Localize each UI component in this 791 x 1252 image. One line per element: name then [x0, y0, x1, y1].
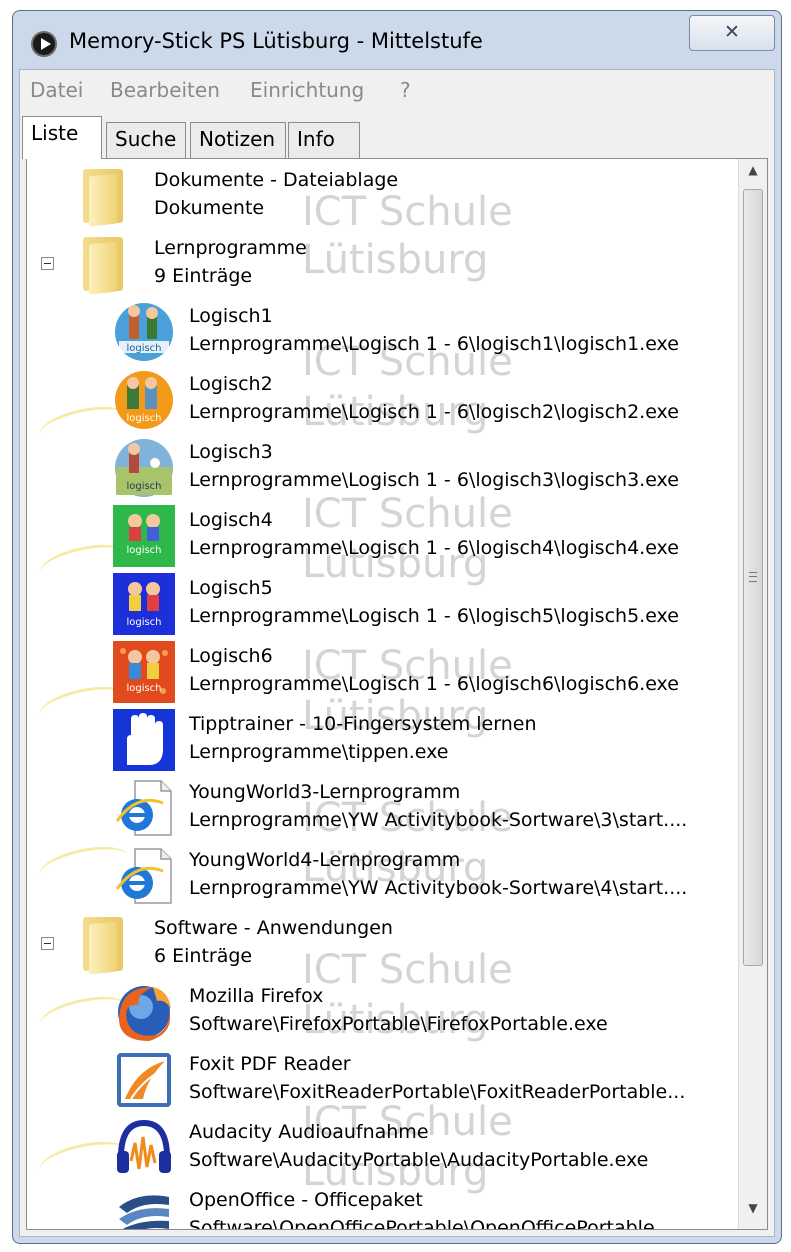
item-subtitle: Lernprogramme\Logisch 1 - 6\logisch4\log…: [189, 537, 679, 559]
item-title: YoungWorld4-Lernprogramm: [189, 849, 461, 871]
menu-bar: Datei Bearbeiten Einrichtung ?: [20, 70, 774, 108]
item-subtitle: Lernprogramme\tippen.exe: [189, 741, 449, 763]
item-subtitle: 9 Einträge: [154, 265, 253, 287]
item-title: Software - Anwendungen: [154, 917, 393, 939]
folder-icon: [79, 915, 125, 975]
list-item[interactable]: Software - Anwendungen 6 Einträge: [27, 911, 739, 979]
list-item[interactable]: Audacity Audioaufnahme Software\Audacity…: [27, 1115, 739, 1183]
program-list: ICT Schule Lütisburg ICT Schule Lütisbur…: [27, 159, 739, 1229]
item-subtitle: Lernprogramme\Logisch 1 - 6\logisch3\log…: [189, 469, 679, 491]
play-icon: [31, 31, 57, 57]
internet-explorer-icon: [113, 777, 175, 839]
item-title: Logisch1: [189, 305, 273, 327]
menu-einrichtung[interactable]: Einrichtung: [250, 78, 364, 102]
list-item[interactable]: logisch Logisch6 Lernprogramme\Logisch 1…: [27, 639, 739, 707]
item-subtitle: Lernprogramme\Logisch 1 - 6\logisch1\log…: [189, 333, 679, 355]
item-subtitle: Lernprogramme\YW Activitybook-Sortware\3…: [189, 809, 688, 831]
item-title: Logisch4: [189, 509, 273, 531]
foxit-reader-icon: [113, 1049, 175, 1111]
tab-suche[interactable]: Suche: [106, 122, 186, 158]
item-title: Audacity Audioaufnahme: [189, 1121, 429, 1143]
logisch3-icon: logisch: [113, 437, 175, 499]
item-title: Logisch5: [189, 577, 273, 599]
item-title: Logisch2: [189, 373, 273, 395]
audacity-icon: [113, 1117, 175, 1179]
list-item[interactable]: Foxit PDF Reader Software\FoxitReaderPor…: [27, 1047, 739, 1115]
item-title: Mozilla Firefox: [189, 985, 324, 1007]
list-item[interactable]: OpenOffice - Officepaket Software\OpenOf…: [27, 1183, 739, 1229]
menu-help[interactable]: ?: [400, 78, 411, 102]
tab-liste[interactable]: Liste: [22, 116, 102, 159]
scroll-up-arrow-icon[interactable]: ▲: [739, 163, 767, 187]
item-title: Foxit PDF Reader: [189, 1053, 351, 1075]
item-subtitle: Lernprogramme\Logisch 1 - 6\logisch2\log…: [189, 401, 679, 423]
close-icon: ✕: [724, 21, 740, 43]
openoffice-icon: [113, 1185, 175, 1229]
list-panel: ICT Schule Lütisburg ICT Schule Lütisbur…: [26, 158, 768, 1230]
item-subtitle: Lernprogramme\Logisch 1 - 6\logisch5\log…: [189, 605, 679, 627]
logisch5-icon: logisch: [113, 573, 175, 635]
close-button[interactable]: ✕: [689, 15, 775, 51]
window-title: Memory-Stick PS Lütisburg - Mittelstufe: [69, 29, 483, 53]
list-item[interactable]: Dokumente - Dateiablage Dokumente: [27, 163, 739, 231]
grip-icon: [749, 572, 757, 582]
tab-strip: Liste Suche Notizen Info: [20, 114, 774, 159]
list-item[interactable]: logisch Logisch3 Lernprogramme\Logisch 1…: [27, 435, 739, 503]
item-title: OpenOffice - Officepaket: [189, 1189, 423, 1211]
folder-icon: [79, 235, 125, 295]
item-title: Logisch3: [189, 441, 273, 463]
item-title: Dokumente - Dateiablage: [154, 169, 399, 191]
menu-bearbeiten[interactable]: Bearbeiten: [110, 78, 220, 102]
list-item[interactable]: Mozilla Firefox Software\FirefoxPortable…: [27, 979, 739, 1047]
app-window: Memory-Stick PS Lütisburg - Mittelstufe …: [12, 10, 782, 1244]
svg-text:logisch: logisch: [126, 343, 161, 354]
list-item[interactable]: Lernprogramme 9 Einträge: [27, 231, 739, 299]
window-body: Datei Bearbeiten Einrichtung ? Liste Suc…: [19, 69, 775, 1237]
list-item[interactable]: logisch Logisch1 Lernprogramme\Logisch 1…: [27, 299, 739, 367]
item-subtitle: Dokumente: [154, 197, 265, 219]
scrollbar-thumb[interactable]: [743, 189, 763, 966]
collapse-toggle-icon[interactable]: [41, 937, 54, 950]
logisch4-icon: logisch: [113, 505, 175, 567]
item-subtitle: Software\FirefoxPortable\FirefoxPortable…: [189, 1013, 608, 1035]
logisch6-icon: logisch: [113, 641, 175, 703]
item-title: Tipptrainer - 10-Fingersystem lernen: [189, 713, 537, 735]
firefox-icon: [113, 981, 175, 1043]
list-item[interactable]: YoungWorld3-Lernprogramm Lernprogramme\Y…: [27, 775, 739, 843]
vertical-scrollbar[interactable]: ▲ ▼: [738, 159, 767, 1229]
item-subtitle: Lernprogramme\Logisch 1 - 6\logisch6\log…: [189, 673, 679, 695]
hand-icon: [113, 709, 175, 771]
tab-info[interactable]: Info: [288, 122, 360, 158]
item-subtitle: 6 Einträge: [154, 945, 253, 967]
logisch1-icon: logisch: [113, 301, 175, 363]
item-title: Lernprogramme: [154, 237, 307, 259]
item-title: Logisch6: [189, 645, 273, 667]
list-item[interactable]: logisch Logisch5 Lernprogramme\Logisch 1…: [27, 571, 739, 639]
list-item[interactable]: logisch Logisch4 Lernprogramme\Logisch 1…: [27, 503, 739, 571]
internet-explorer-icon: [113, 845, 175, 907]
svg-text:logisch: logisch: [126, 545, 161, 556]
menu-datei[interactable]: Datei: [30, 78, 83, 102]
list-item[interactable]: Tipptrainer - 10-Fingersystem lernen Ler…: [27, 707, 739, 775]
svg-text:logisch: logisch: [126, 481, 161, 492]
list-item[interactable]: YoungWorld4-Lernprogramm Lernprogramme\Y…: [27, 843, 739, 911]
collapse-toggle-icon[interactable]: [41, 257, 54, 270]
scroll-down-arrow-icon[interactable]: ▼: [739, 1201, 767, 1225]
svg-text:logisch: logisch: [126, 413, 161, 424]
folder-icon: [79, 167, 125, 227]
svg-text:logisch: logisch: [126, 683, 161, 694]
title-bar: Memory-Stick PS Lütisburg - Mittelstufe …: [13, 11, 781, 71]
svg-text:logisch: logisch: [126, 617, 161, 628]
item-subtitle: Software\AudacityPortable\AudacityPortab…: [189, 1149, 649, 1171]
list-item[interactable]: logisch Logisch2 Lernprogramme\Logisch 1…: [27, 367, 739, 435]
item-subtitle: Lernprogramme\YW Activitybook-Sortware\4…: [189, 877, 688, 899]
logisch2-icon: logisch: [113, 369, 175, 431]
item-subtitle: Software\FoxitReaderPortable\FoxitReader…: [189, 1081, 686, 1103]
item-subtitle: Software\OpenOfficePortable\OpenOfficePo…: [189, 1217, 673, 1229]
item-title: YoungWorld3-Lernprogramm: [189, 781, 461, 803]
tab-notizen[interactable]: Notizen: [190, 122, 286, 158]
